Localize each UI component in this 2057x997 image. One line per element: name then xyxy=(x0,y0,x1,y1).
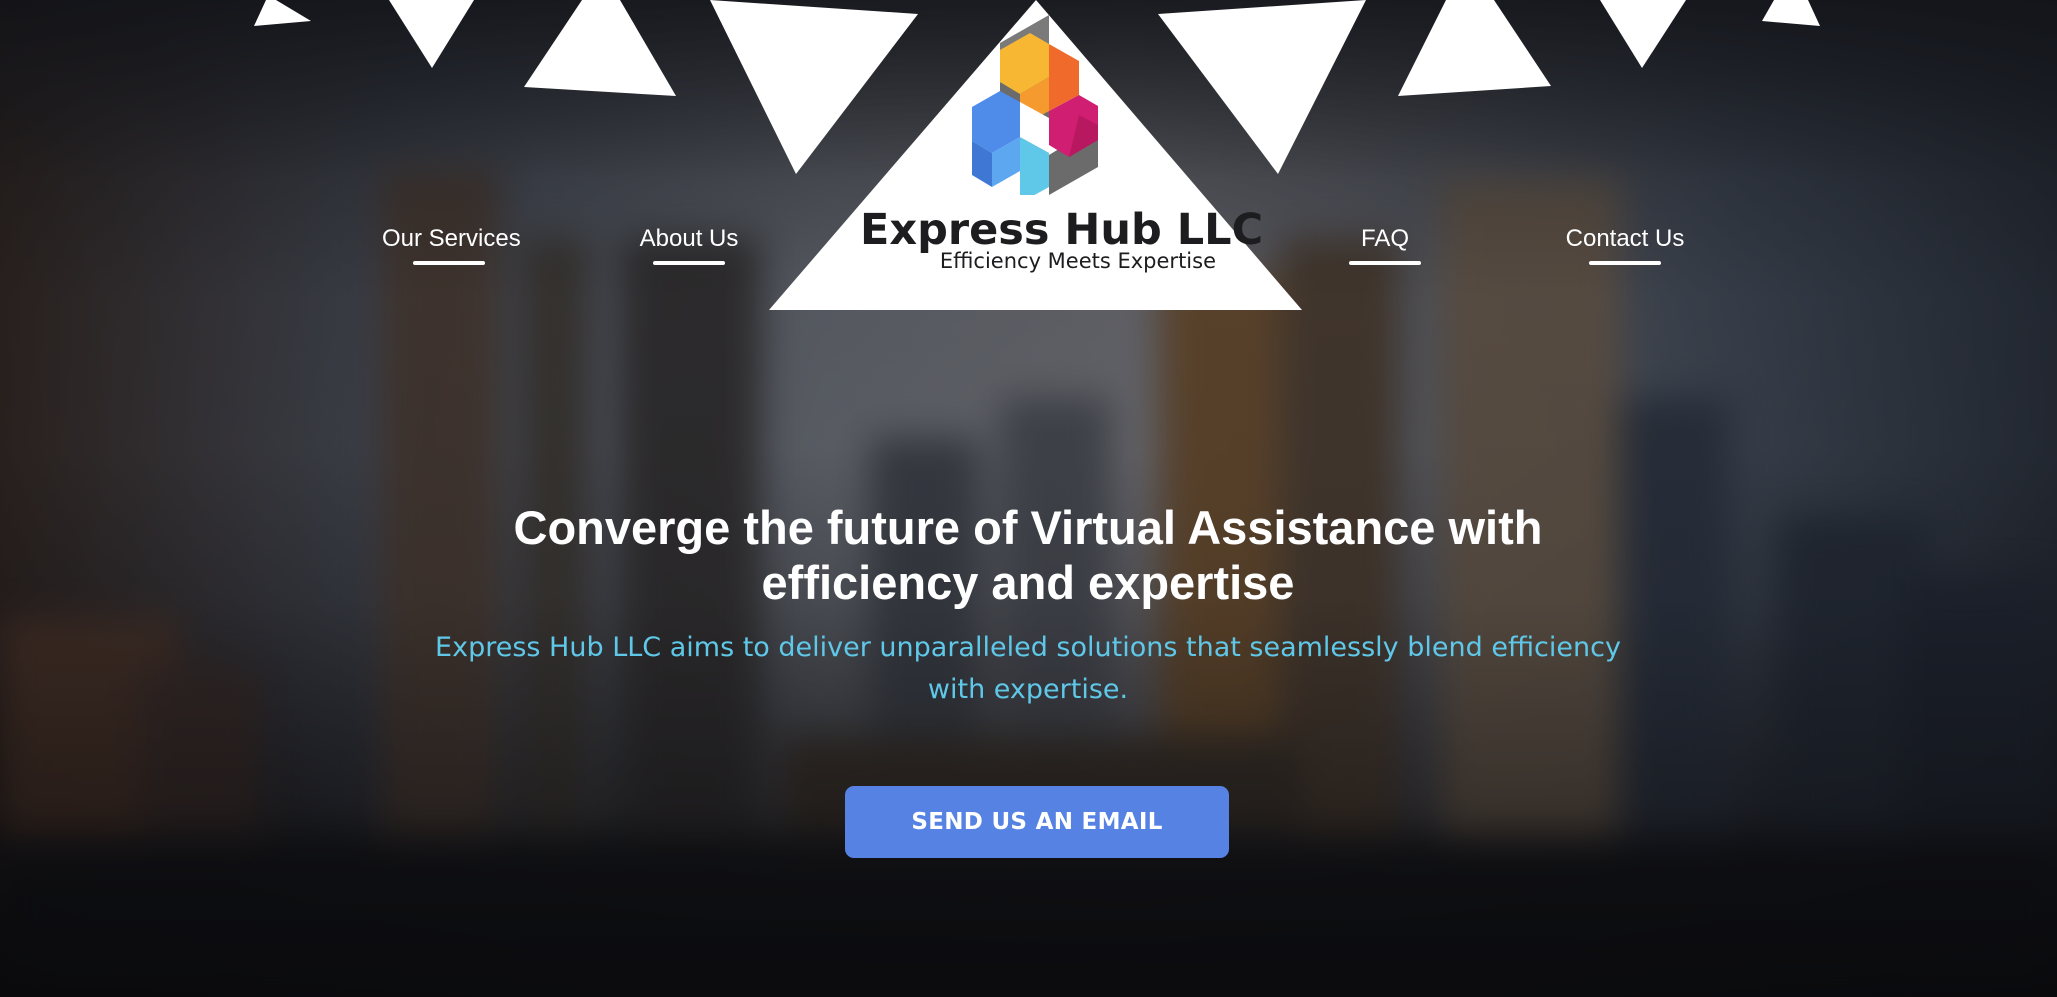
hero-subtitle: Express Hub LLC aims to deliver unparall… xyxy=(435,632,1621,705)
nav-link-label: Contact Us xyxy=(1565,225,1685,252)
nav-link-faq[interactable]: FAQ xyxy=(1349,225,1421,265)
nav-underline xyxy=(413,261,485,265)
landing-page: Express Hub LLC Efficiency Meets Experti… xyxy=(0,0,2057,997)
nav-link-label: About Us xyxy=(639,225,739,252)
hexagon-cube-logo-icon xyxy=(972,15,1098,195)
nav-underline xyxy=(1349,261,1421,265)
nav-link-about-us[interactable]: About Us xyxy=(639,225,739,265)
brand-tagline: Efficiency Meets Expertise xyxy=(939,249,1216,273)
hero-title: Converge the future of Virtual Assistanc… xyxy=(513,501,1543,609)
brand-name: Express Hub LLC xyxy=(860,205,1264,255)
nav-link-our-services[interactable]: Our Services xyxy=(382,225,521,265)
send-email-button[interactable]: SEND US AN EMAIL xyxy=(845,786,1229,858)
nav-link-contact-us[interactable]: Contact Us xyxy=(1564,225,1686,265)
nav-link-label: Our Services xyxy=(382,225,521,252)
nav-link-label: FAQ xyxy=(1360,225,1409,252)
nav-underline xyxy=(1589,261,1661,265)
nav-underline xyxy=(653,261,725,265)
